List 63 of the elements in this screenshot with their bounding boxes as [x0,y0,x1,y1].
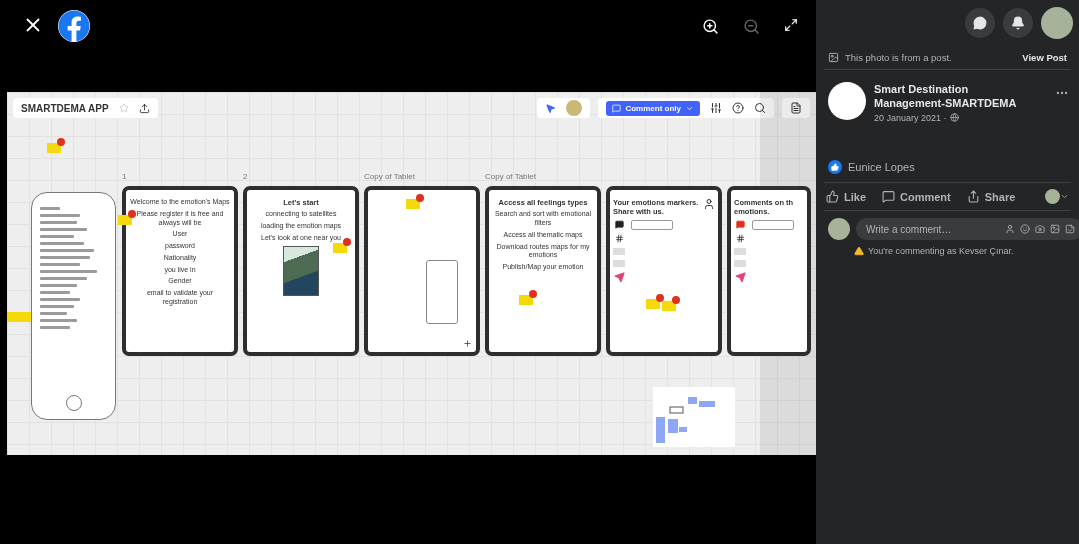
hash-icon [614,233,624,243]
send-icon [734,271,746,283]
caret-icon [1060,192,1069,201]
share-button[interactable]: Share [966,190,1016,203]
tablet-frame[interactable] [364,186,480,356]
view-post-link[interactable]: View Post [1022,52,1067,63]
like-reaction-icon [828,160,842,174]
zoom-out-icon[interactable] [743,18,760,35]
phone-wireframe-drawing [426,260,458,324]
hash-icon [735,233,745,243]
map-photo-placeholder [283,245,319,296]
fullscreen-icon[interactable] [784,18,798,32]
page-avatar[interactable] [828,82,866,120]
user-avatar [828,218,850,240]
comment-note-icon[interactable] [118,210,136,225]
warning-icon [854,246,864,256]
help-icon[interactable] [732,102,744,114]
like-button[interactable]: Like [826,190,866,203]
chat-bubble-icon [735,219,745,229]
camera-icon[interactable] [1035,224,1045,234]
upload-icon[interactable] [138,102,150,114]
page-name[interactable]: Smart Destination Management-SMARTDEMA [874,82,1024,111]
photo-icon [828,52,839,63]
frame-label: 2 [243,172,248,181]
commenting-as-warning: You're commenting as Kevser Çınar. [868,246,1014,256]
chat-bubble-icon [614,219,624,229]
share-icon [966,190,980,203]
profile-avatar[interactable] [1041,7,1073,39]
globe-icon [949,113,959,123]
speech-bubble-icon [882,190,895,203]
frame-label: 1 [122,172,127,181]
comment-icon [612,103,622,113]
user-avatar-icon [703,198,715,210]
comment-button[interactable]: Comment [882,190,951,203]
search-icon[interactable] [754,102,766,114]
cursor-icon[interactable] [545,102,557,114]
star-icon[interactable] [118,103,129,113]
photo-notice: This photo is from a post. [845,52,952,63]
input-field [631,219,673,230]
send-icon [613,271,625,283]
avatar-icon[interactable] [1005,224,1015,234]
emoji-icon[interactable] [1020,224,1030,234]
frame-label: Copy of Tablet [364,172,415,181]
notifications-icon[interactable] [1003,8,1033,38]
thumbs-up-icon [826,190,839,203]
frame-label: Copy of Tablet [485,172,536,181]
minimap-drawing[interactable] [653,387,735,447]
comment-input-field[interactable]: Write a comment… [864,222,1000,236]
plus-icon [463,339,472,348]
comment-only-button[interactable]: Comment only [606,100,700,116]
messenger-icon[interactable] [965,8,995,38]
facebook-logo-icon[interactable] [58,10,90,42]
sliders-icon[interactable] [710,102,722,114]
input-field [752,219,794,230]
reactor-name[interactable]: Eunice Lopes [848,161,915,173]
sticker-icon[interactable] [1065,224,1075,234]
sticky-note [7,312,31,322]
notes-icon[interactable] [790,102,802,114]
comment-box[interactable]: Write a comment… [856,218,1079,240]
post-date[interactable]: 20 January 2021 · [874,112,947,123]
board-title: SMARTDEMA APP [21,102,109,114]
zoom-in-icon[interactable] [702,18,719,35]
avatar-dropdown[interactable] [1045,189,1069,204]
